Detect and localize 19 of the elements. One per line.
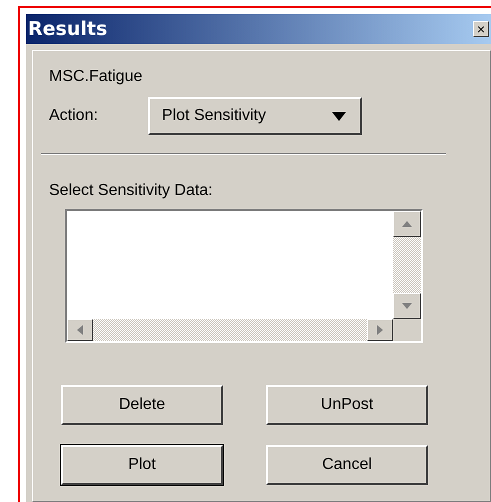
dropdown-arrow-icon: [332, 112, 346, 120]
list-label: Select Sensitivity Data:: [49, 181, 214, 201]
vertical-scrollbar[interactable]: [393, 211, 421, 319]
app-label: MSC.Fatigue: [49, 67, 144, 87]
dialog-button[interactable]: UnPost: [266, 385, 428, 425]
action-label: Action:: [49, 106, 98, 126]
horizontal-scrollbar[interactable]: [67, 319, 393, 341]
sensitivity-listbox[interactable]: [65, 209, 423, 343]
scroll-right-icon[interactable]: [367, 319, 393, 341]
scroll-down-icon[interactable]: [393, 293, 421, 319]
dialog-button[interactable]: Delete: [61, 385, 223, 425]
dialog-button[interactable]: Cancel: [266, 445, 428, 485]
scroll-left-icon[interactable]: [67, 319, 93, 341]
scroll-up-icon[interactable]: [393, 211, 421, 237]
close-button[interactable]: ×: [473, 21, 489, 37]
action-dropdown[interactable]: Plot Sensitivity: [148, 97, 362, 135]
scrollbar-corner: [393, 319, 421, 341]
dialog-button[interactable]: Plot: [61, 445, 223, 485]
window-title: Results: [28, 16, 108, 42]
